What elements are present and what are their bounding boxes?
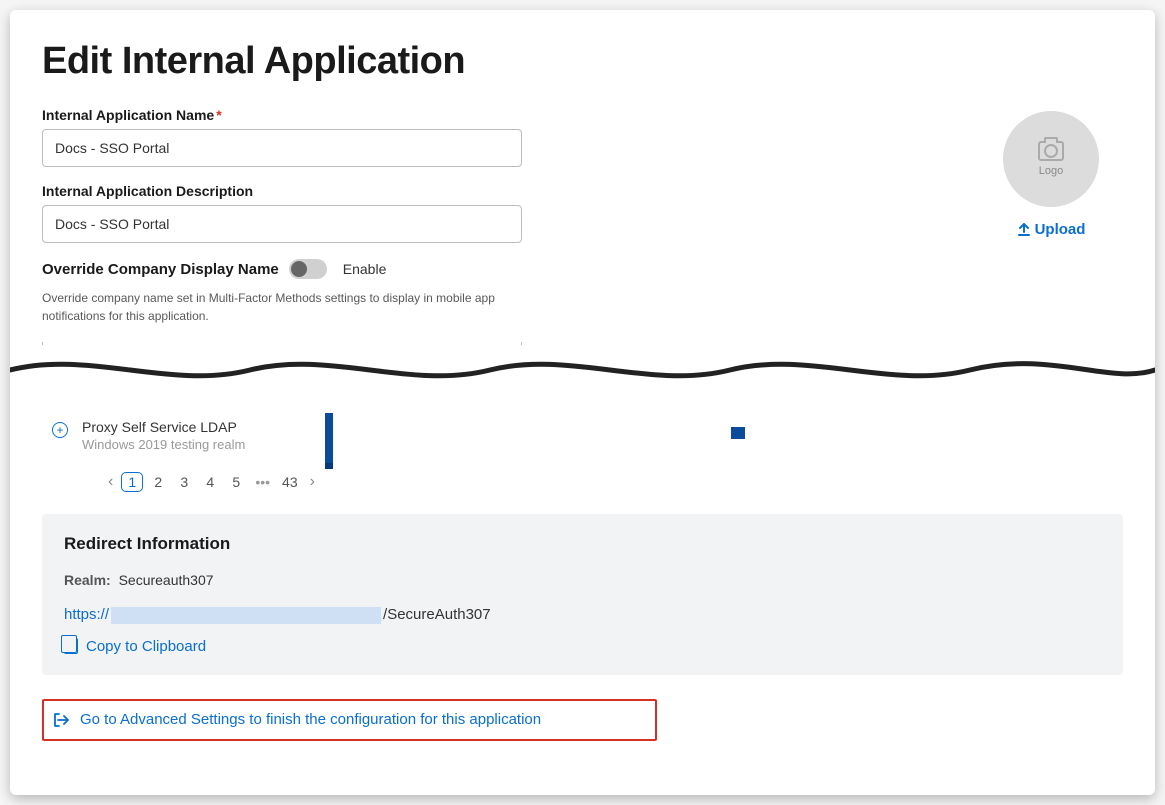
url-scheme: https:// (64, 606, 109, 623)
copy-label: Copy to Clipboard (86, 638, 206, 655)
toggle-knob (291, 261, 307, 277)
app-description-input[interactable] (42, 205, 522, 243)
advanced-settings-text: Go to Advanced Settings to finish the co… (80, 711, 541, 728)
app-name-input[interactable] (42, 129, 522, 167)
list-scrollbar[interactable] (325, 413, 333, 467)
url-redacted (111, 607, 381, 624)
upload-icon (1017, 223, 1031, 237)
list-item-row[interactable]: + Proxy Self Service LDAP Windows 2019 t… (42, 415, 1123, 460)
exit-icon (52, 711, 70, 729)
realm-value: Secureauth307 (119, 572, 214, 588)
page-5[interactable]: 5 (225, 472, 247, 492)
pagination: ‹ 1 2 3 4 5 ••• 43 › (104, 472, 1123, 492)
upload-label: Upload (1035, 221, 1086, 238)
logo-placeholder-text: Logo (1039, 165, 1063, 177)
realm-label: Realm: (64, 572, 111, 588)
page-next[interactable]: › (306, 473, 319, 491)
override-toggle[interactable] (289, 259, 327, 279)
override-help-text: Override company name set in Multi-Facto… (42, 289, 522, 325)
form-column: Internal Application Name* Internal Appl… (42, 107, 522, 325)
page-ellipsis: ••• (251, 474, 274, 490)
page-1[interactable]: 1 (121, 472, 143, 492)
list-item-title: Proxy Self Service LDAP (82, 419, 245, 435)
content-break-wave (10, 345, 1155, 425)
camera-icon (1038, 141, 1064, 161)
app-description-label: Internal Application Description (42, 183, 522, 199)
advanced-settings-link[interactable]: Go to Advanced Settings to finish the co… (42, 699, 657, 741)
redirect-information-panel: Redirect Information Realm: Secureauth30… (42, 514, 1123, 675)
plus-circle-icon: + (52, 422, 68, 438)
override-toggle-row: Override Company Display Name Enable (42, 259, 522, 279)
url-path: /SecureAuth307 (383, 606, 491, 623)
logo-placeholder: Logo (1003, 111, 1099, 207)
page-2[interactable]: 2 (147, 472, 169, 492)
edit-application-card: Edit Internal Application Internal Appli… (10, 10, 1155, 795)
page-last[interactable]: 43 (278, 472, 302, 492)
page-4[interactable]: 4 (199, 472, 221, 492)
redirect-url[interactable]: https:// /SecureAuth307 (64, 606, 1101, 624)
override-label: Override Company Display Name (42, 261, 279, 278)
top-section: Internal Application Name* Internal Appl… (42, 107, 1123, 325)
copy-to-clipboard-button[interactable]: Copy to Clipboard (64, 638, 1101, 655)
bottom-section: + Proxy Self Service LDAP Windows 2019 t… (42, 415, 1123, 741)
redirect-title: Redirect Information (64, 534, 1101, 554)
realm-row: Realm: Secureauth307 (64, 572, 1101, 588)
upload-button[interactable]: Upload (1017, 221, 1086, 238)
logo-column: Logo Upload (1003, 111, 1099, 325)
enable-text: Enable (343, 261, 387, 277)
app-name-label: Internal Application Name* (42, 107, 522, 123)
page-title: Edit Internal Application (42, 40, 1123, 83)
list-item-subtitle: Windows 2019 testing realm (82, 437, 245, 452)
required-marker: * (216, 107, 221, 123)
page-prev[interactable]: ‹ (104, 473, 117, 491)
copy-icon (64, 638, 78, 654)
folder-icon (731, 427, 745, 439)
page-3[interactable]: 3 (173, 472, 195, 492)
